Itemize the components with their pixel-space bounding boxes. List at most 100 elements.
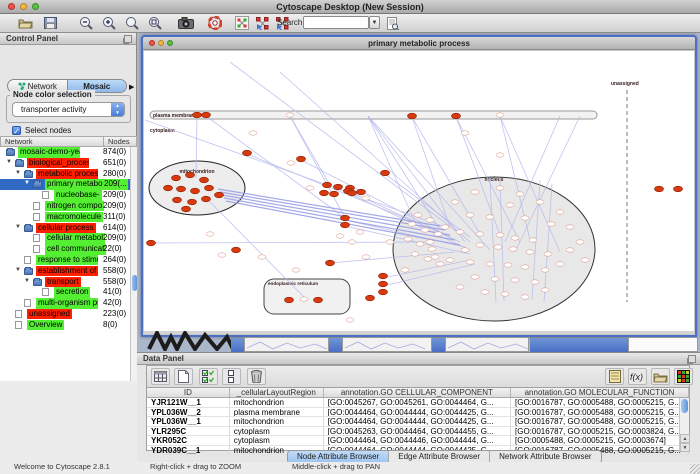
table-scrollbar[interactable]: ▲ ▼ (679, 398, 689, 452)
zoom-window-icon[interactable] (32, 3, 39, 10)
graph-node[interactable] (182, 206, 191, 212)
graph-node[interactable] (164, 185, 173, 191)
graph-node-small[interactable] (481, 290, 489, 294)
save-session-icon[interactable] (40, 15, 60, 31)
graph-node[interactable] (366, 295, 375, 301)
new-attribute-icon[interactable] (174, 368, 193, 385)
float-panel-icon[interactable] (688, 355, 696, 363)
column-header[interactable]: ID (147, 388, 230, 397)
graph-node-small[interactable] (496, 233, 504, 237)
graph-node-small[interactable] (521, 216, 529, 220)
graph-node-small[interactable] (348, 240, 356, 244)
graph-node-small[interactable] (501, 292, 509, 296)
graph-node-small[interactable] (206, 232, 214, 236)
graph-node-small[interactable] (411, 252, 419, 256)
tree-row[interactable]: Overview8(0) (0, 320, 130, 331)
background-window-preview[interactable] (628, 337, 698, 352)
network-view-frame[interactable]: primary metabolic process plasma membran… (141, 35, 697, 337)
graph-node-small[interactable] (506, 203, 514, 207)
graph-node-small[interactable] (516, 192, 524, 196)
table-scrollbar-thumb[interactable] (681, 399, 688, 413)
zoom-fit-icon[interactable] (145, 15, 165, 31)
graph-node-small[interactable] (486, 215, 494, 219)
graph-node-small[interactable] (541, 288, 549, 292)
tree-expander-icon[interactable]: ▼ (15, 267, 21, 273)
graph-node[interactable] (381, 170, 390, 176)
graph-node-small[interactable] (386, 240, 394, 244)
notes-icon[interactable] (605, 368, 624, 385)
tree-row[interactable]: cellular metabol209(0) (0, 233, 130, 244)
graph-node[interactable] (408, 113, 417, 119)
graph-node[interactable] (205, 185, 214, 191)
help-lifebuoy-icon[interactable] (205, 15, 225, 31)
column-header[interactable]: annotation.GO CELLULAR_COMPONENT (324, 388, 511, 397)
table-row[interactable]: YJR121W__1mitochondrion[GO:0045267, GO:0… (147, 398, 689, 408)
graph-node[interactable] (202, 196, 211, 202)
graph-node[interactable] (202, 112, 211, 118)
graph-node-small[interactable] (476, 232, 484, 236)
table-row[interactable]: YPL036W__2plasma membrane[GO:0044464, GO… (147, 408, 689, 418)
resize-grip[interactable] (690, 464, 700, 474)
graph-node[interactable] (655, 186, 664, 192)
graph-node-small[interactable] (431, 255, 439, 259)
graph-node-small[interactable] (362, 196, 370, 200)
graph-node-small[interactable] (556, 210, 564, 214)
graph-node-small[interactable] (336, 234, 344, 238)
graph-node-small[interactable] (346, 318, 354, 322)
tree-column-network[interactable]: Network (0, 136, 104, 147)
graph-node-small[interactable] (509, 247, 517, 251)
window-titlebar[interactable]: Cytoscape Desktop (New Session) (0, 0, 700, 14)
background-window-preview[interactable] (342, 337, 432, 352)
graph-node-small[interactable] (428, 247, 436, 251)
graph-node-small[interactable] (461, 131, 469, 135)
graph-node[interactable] (172, 175, 181, 181)
region-plasma-membrane[interactable] (150, 111, 597, 119)
tree-row[interactable]: multi-organism pro42(0) (0, 298, 130, 309)
graph-node[interactable] (232, 247, 241, 253)
zoom-selected-icon[interactable] (122, 15, 142, 31)
graph-node-small[interactable] (486, 262, 494, 266)
graph-node-small[interactable] (456, 285, 464, 289)
graph-node-small[interactable] (218, 253, 226, 257)
open-file-icon[interactable] (15, 15, 35, 31)
graph-node-small[interactable] (300, 297, 308, 301)
network-canvas[interactable]: plasma membranecytoplasmmitochondrionnuc… (144, 51, 694, 332)
background-window-edge[interactable] (231, 337, 244, 352)
graph-node-small[interactable] (476, 243, 484, 247)
graph-node[interactable] (330, 191, 339, 197)
graph-node-small[interactable] (401, 268, 409, 272)
graph-node-small[interactable] (456, 230, 464, 234)
graph-node-small[interactable] (434, 232, 442, 236)
graph-node[interactable] (326, 260, 335, 266)
formula-icon[interactable]: f(x) (628, 368, 647, 385)
graph-node[interactable] (341, 222, 350, 228)
graph-node-small[interactable] (466, 213, 474, 217)
tree-row[interactable]: unassigned223(0) (0, 309, 130, 320)
snapshot-camera-icon[interactable] (176, 15, 196, 31)
graph-node-small[interactable] (529, 238, 537, 242)
graph-node[interactable] (320, 190, 329, 196)
graph-node-small[interactable] (496, 153, 504, 157)
graph-node-small[interactable] (287, 161, 295, 165)
graph-node[interactable] (357, 189, 366, 195)
graph-node-small[interactable] (404, 237, 412, 241)
tree-row[interactable]: macromolecule311(0) (0, 212, 130, 223)
graph-node-small[interactable] (491, 277, 499, 281)
tree-expander-icon[interactable]: ▼ (24, 180, 30, 186)
scroll-down-icon[interactable]: ▼ (680, 443, 690, 452)
search-dropdown-icon[interactable]: ▼ (369, 16, 380, 29)
graph-node[interactable] (173, 197, 182, 203)
tree-expander-icon[interactable]: ▼ (15, 224, 21, 230)
graph-node[interactable] (341, 215, 350, 221)
graph-node-small[interactable] (536, 200, 544, 204)
graph-node[interactable] (297, 156, 306, 162)
graph-node-small[interactable] (408, 222, 416, 226)
graph-node[interactable] (177, 186, 186, 192)
frame-minimize-icon[interactable] (158, 40, 164, 46)
graph-node-small[interactable] (356, 230, 364, 234)
graph-node-small[interactable] (576, 240, 584, 244)
select-nodes-checkbox[interactable]: ✓ (12, 126, 21, 135)
tree-row[interactable]: nitrogen compo209(0) (0, 201, 130, 212)
attribute-select-icon[interactable] (151, 368, 170, 385)
background-window-edge[interactable] (329, 337, 342, 352)
